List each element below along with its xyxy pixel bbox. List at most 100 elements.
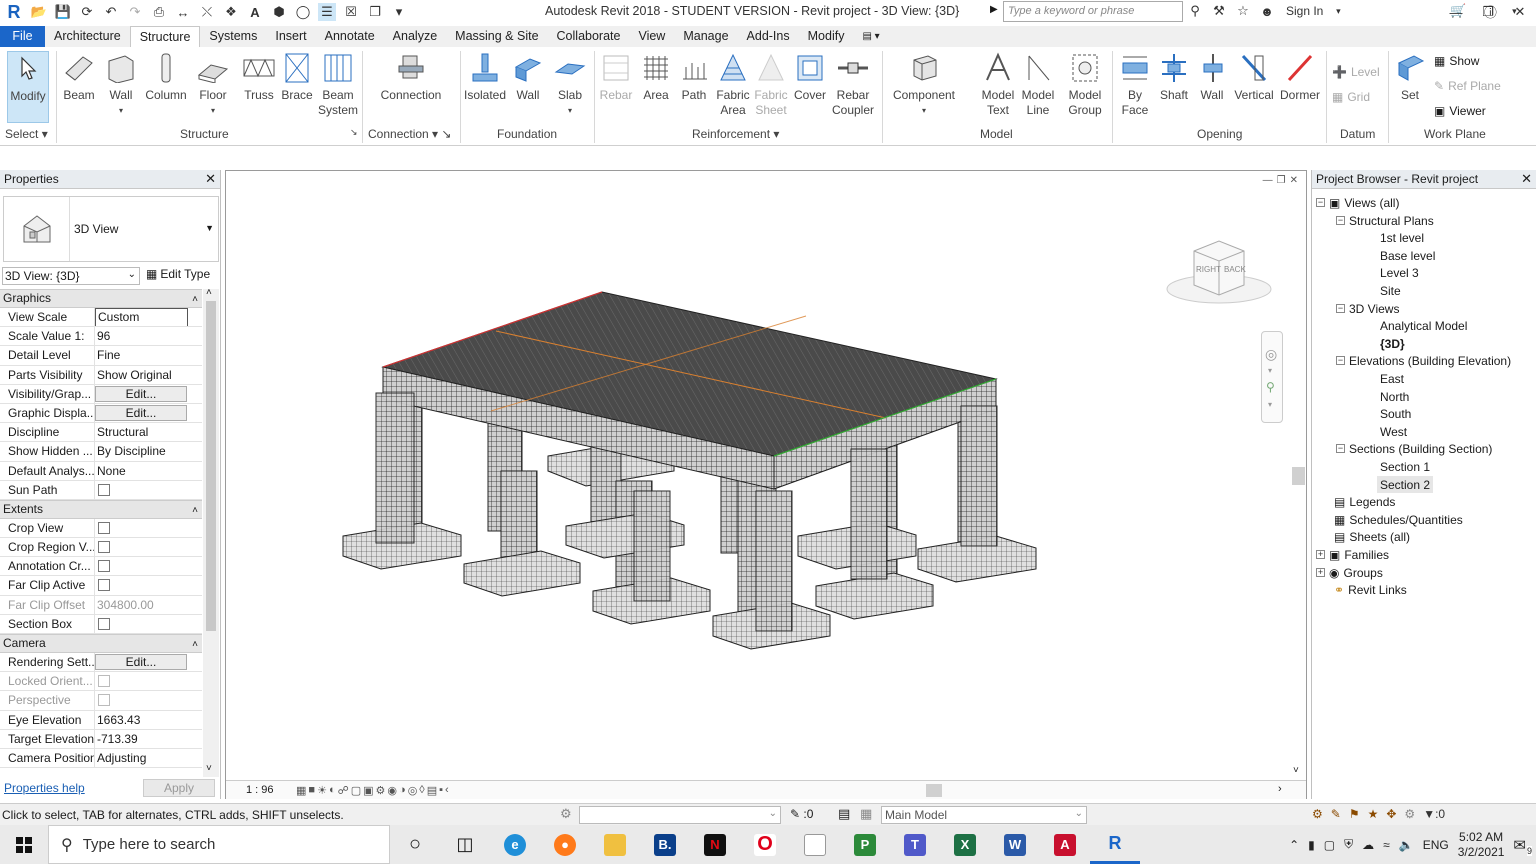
far-clip-active-checkbox[interactable] [98,579,110,592]
tree-families[interactable]: + ▣ Families [1316,546,1389,563]
tab-collaborate[interactable]: Collaborate [548,26,630,47]
drag-on-selection-icon[interactable]: ✥ [1386,807,1396,821]
ribbon-minimize-toggle[interactable]: ▤ ▾ [853,26,888,47]
tree-elevations[interactable]: − Elevations (Building Elevation) [1336,352,1511,369]
autocad-app-icon[interactable]: A [1040,825,1090,864]
ref-plane-button[interactable]: ✎ Ref Plane [1434,79,1501,93]
viewcube-right-face[interactable]: RIGHT [1196,265,1221,274]
default-analysis-select[interactable]: None [95,462,202,480]
tree-item-section-selected[interactable]: Section 2 [1377,476,1434,493]
crop-region-visible-checkbox[interactable] [98,541,110,554]
collapse-icon[interactable]: ˄ [192,291,198,308]
notifications-icon[interactable]: ✉ 9 [1513,836,1532,856]
model-text-button[interactable]: Model Text [979,51,1017,118]
collapse-icon[interactable]: ˄ [192,636,198,653]
expand-search-icon[interactable]: ▶ [990,4,998,15]
opening-by-face-button[interactable]: By Face [1116,51,1154,118]
structural-wall-button[interactable]: Wall ▾ [103,51,139,118]
sun-path-icon[interactable]: ☀ [317,784,327,797]
crop-view-checkbox[interactable] [98,521,110,534]
select-panel-label[interactable]: Select ▾ [5,127,48,141]
path-reinforcement-button[interactable]: Path [678,51,710,103]
aligned-dimension-icon[interactable]: ⤬ [198,3,216,21]
isolated-foundation-button[interactable]: Isolated [462,51,508,103]
text-icon[interactable]: A [246,3,264,21]
model-group-button[interactable]: Model Group [1062,51,1108,118]
tree-item-3d-view[interactable]: Analytical Model [1380,317,1467,334]
visual-style-icon[interactable]: ■ [308,784,315,797]
type-selector[interactable]: 3D View ▼ [3,196,219,262]
tree-item-elevation[interactable]: East [1380,370,1404,387]
view-scale-button[interactable]: 1 : 96 [226,784,296,796]
windows-start-icon[interactable] [0,825,48,864]
wall-foundation-button[interactable]: Wall [510,51,546,103]
sync-icon[interactable]: ⟳ [78,3,96,21]
close-hidden-icon[interactable]: ☒ [342,3,360,21]
collapse-icon[interactable]: − [1336,444,1345,453]
filter-icon[interactable]: ▼:0 [1423,807,1445,821]
tab-massing-site[interactable]: Massing & Site [446,26,547,47]
fabric-area-button[interactable]: Fabric Area [714,51,752,118]
chevron-down-icon[interactable]: ▼ [205,223,214,233]
lock-3d-view-icon[interactable]: ⚙ [376,784,386,797]
tab-file[interactable]: File [0,26,45,47]
taskbar-clock[interactable]: 5:02 AM 3/2/2021 [1458,830,1505,860]
crop-view-icon[interactable]: ▢ [351,784,361,797]
show-work-plane-button[interactable]: ▦ Show [1434,54,1479,68]
view-vertical-scrollbar[interactable]: ˅ [1290,171,1306,781]
brace-button[interactable]: Brace [280,51,314,103]
select-links-icon[interactable]: ⚙ [1312,807,1323,821]
tree-item-plan[interactable]: 1st level [1380,229,1424,246]
tree-revit-links[interactable]: ⚭ Revit Links [1334,581,1407,598]
worksharing-display-icon[interactable]: ◎ [408,784,418,797]
viewcube[interactable]: RIGHT BACK [1164,237,1274,311]
structure-settings-icon[interactable]: ↘ [350,127,358,138]
zoom-icon[interactable]: ⚲ [1266,380,1275,394]
collapse-icon[interactable]: ˄ [192,502,198,519]
minimize-icon[interactable]: — [1440,0,1472,24]
excel-app-icon[interactable]: X [940,825,990,864]
tree-views-all[interactable]: − ▣ Views (all) [1316,194,1399,211]
opera-app-icon[interactable]: O [740,825,790,864]
analytical-model-icon[interactable]: ◊ [419,784,424,797]
highlight-displacement-icon[interactable]: ▤ [427,784,437,797]
show-crop-region-icon[interactable]: ▣ [363,784,373,797]
tree-groups[interactable]: + ◉ Groups [1316,564,1383,581]
tab-insert[interactable]: Insert [266,26,315,47]
tree-sections[interactable]: − Sections (Building Section) [1336,440,1492,457]
taskbar-search-input[interactable]: ⚲ Type here to search [48,825,390,864]
tree-item-section[interactable]: Section 1 [1380,458,1430,475]
collapse-icon[interactable]: − [1336,216,1345,225]
section-icon[interactable]: ◯ [294,3,312,21]
measure-icon[interactable]: ↔ [174,3,192,21]
notepad-app-icon[interactable] [790,825,840,864]
modify-button[interactable]: Modify [7,51,49,123]
save-icon[interactable]: 💾 [54,3,72,21]
chevron-right-icon[interactable]: › [1278,783,1282,795]
sign-in-link[interactable]: Sign In [1286,4,1323,18]
select-by-face-icon[interactable]: ★ [1368,807,1379,821]
chevron-up-icon[interactable]: ⌃ [1289,838,1299,852]
section-box-checkbox[interactable] [98,617,110,630]
tab-manage[interactable]: Manage [674,26,737,47]
tab-structure[interactable]: Structure [129,26,201,47]
default-3d-view-icon[interactable]: ⬢ [270,3,288,21]
tree-legends[interactable]: ▤ Legends [1334,493,1395,510]
select-underlay-icon[interactable]: ✎ [1331,807,1341,821]
collapse-icon[interactable]: − [1336,304,1345,313]
viewer-button[interactable]: ▣ Viewer [1434,104,1486,118]
viewcube-back-face[interactable]: BACK [1224,265,1246,274]
scrollbar-thumb[interactable] [1292,467,1305,485]
switch-windows-icon[interactable]: ❐ [366,3,384,21]
edge-app-icon[interactable]: e [490,825,540,864]
column-button[interactable]: Column [144,51,188,103]
view-scale-input[interactable]: Custom [95,308,188,327]
tab-systems[interactable]: Systems [200,26,266,47]
language-indicator[interactable]: ENG [1423,838,1449,852]
render-icon[interactable]: ☍ [338,784,349,797]
beam-button[interactable]: Beam [60,51,98,103]
scale-value-input[interactable]: 96 [95,327,202,345]
component-button[interactable]: Component ▾ [890,51,958,118]
grid-button[interactable]: ▦ Grid [1332,90,1370,104]
tab-architecture[interactable]: Architecture [45,26,130,47]
